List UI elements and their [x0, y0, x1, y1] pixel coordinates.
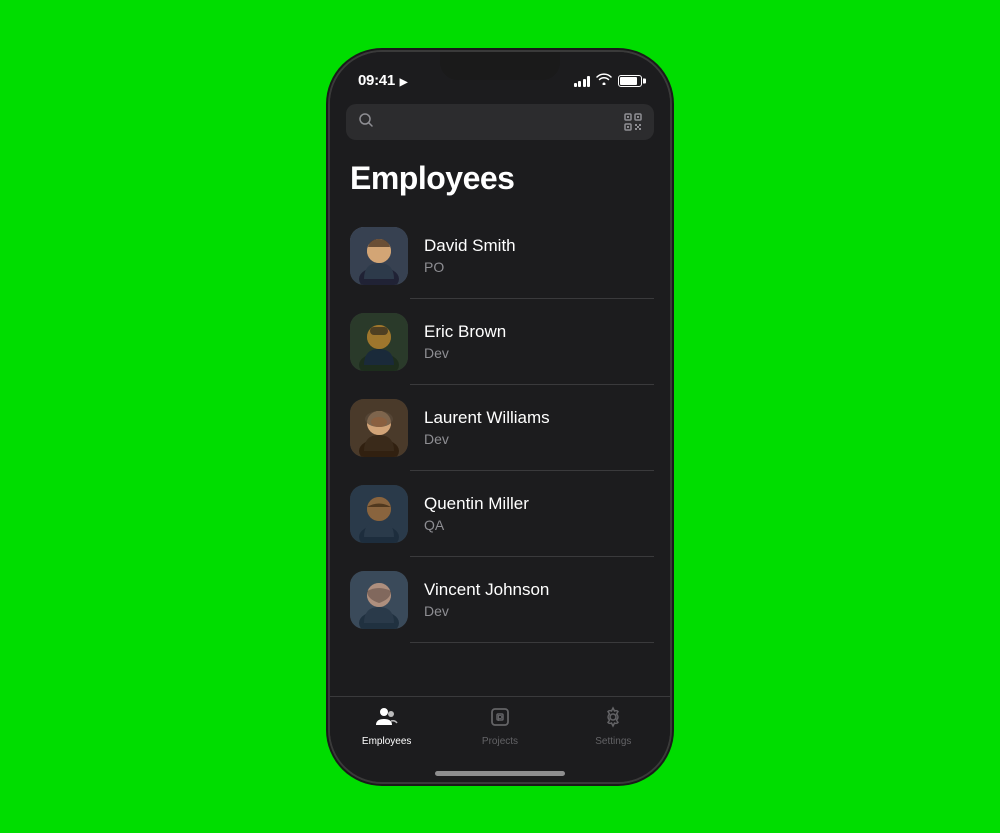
avatar	[350, 571, 408, 629]
location-icon: ▶	[400, 77, 407, 88]
avatar	[350, 227, 408, 285]
tab-settings-label: Settings	[595, 736, 631, 747]
employee-role: QA	[424, 517, 654, 533]
list-item[interactable]: Eric Brown Dev	[330, 299, 670, 385]
signal-bars-icon	[574, 75, 591, 87]
battery-icon	[618, 75, 642, 87]
employee-role: Dev	[424, 345, 654, 361]
employees-tab-icon	[375, 705, 399, 733]
signal-bar-1	[574, 83, 577, 87]
employee-info: David Smith PO	[424, 236, 654, 275]
search-icon	[358, 112, 374, 132]
employee-info: Vincent Johnson Dev	[424, 580, 654, 619]
svg-text:P: P	[497, 714, 503, 723]
search-container	[330, 96, 670, 150]
notch	[440, 52, 560, 80]
search-bar[interactable]	[346, 104, 654, 140]
signal-bar-3	[583, 79, 586, 87]
employee-info: Laurent Williams Dev	[424, 408, 654, 447]
wifi-icon	[596, 73, 612, 88]
employee-name: Laurent Williams	[424, 408, 654, 428]
employee-role: Dev	[424, 431, 654, 447]
avatar	[350, 399, 408, 457]
list-item[interactable]: David Smith PO	[330, 213, 670, 299]
page-title: Employees	[350, 160, 650, 197]
tab-employees[interactable]: Employees	[330, 705, 443, 747]
projects-tab-icon: P	[488, 705, 512, 733]
employee-name: David Smith	[424, 236, 654, 256]
avatar	[350, 313, 408, 371]
employee-name: Vincent Johnson	[424, 580, 654, 600]
list-item[interactable]: Laurent Williams Dev	[330, 385, 670, 471]
battery-fill	[620, 77, 637, 85]
employee-list: David Smith PO	[330, 213, 670, 696]
status-time: 09:41 ▶	[358, 72, 407, 89]
signal-bar-2	[578, 81, 581, 87]
search-left	[358, 112, 374, 132]
qr-code-icon[interactable]	[624, 113, 642, 131]
tab-settings[interactable]: Settings	[557, 705, 670, 747]
page-title-container: Employees	[330, 150, 670, 213]
avatar	[350, 485, 408, 543]
list-item[interactable]: Vincent Johnson Dev	[330, 557, 670, 643]
home-indicator	[435, 771, 565, 776]
employee-role: PO	[424, 259, 654, 275]
tab-bar: Employees P Projects	[330, 696, 670, 767]
employee-name: Eric Brown	[424, 322, 654, 342]
employee-name: Quentin Miller	[424, 494, 654, 514]
phone-screen: 09:41 ▶	[330, 52, 670, 782]
employee-info: Quentin Miller QA	[424, 494, 654, 533]
phone-frame: 09:41 ▶	[330, 52, 670, 782]
status-icons	[574, 73, 643, 88]
tab-employees-label: Employees	[362, 736, 411, 747]
employee-role: Dev	[424, 603, 654, 619]
tab-projects-label: Projects	[482, 736, 518, 747]
signal-bar-4	[587, 76, 590, 87]
settings-tab-icon	[601, 705, 625, 733]
employee-info: Eric Brown Dev	[424, 322, 654, 361]
tab-projects[interactable]: P Projects	[443, 705, 556, 747]
list-item[interactable]: Quentin Miller QA	[330, 471, 670, 557]
